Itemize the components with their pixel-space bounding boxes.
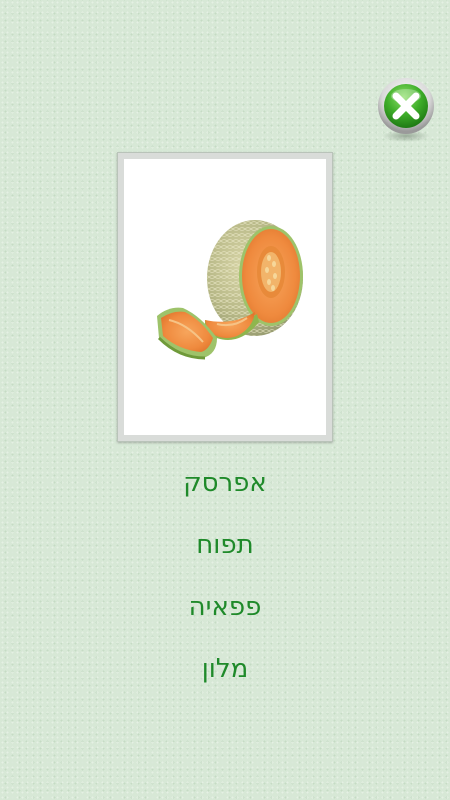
quiz-screen: אפרסק תפוח פפאיה מלון <box>0 0 450 800</box>
picture-frame <box>125 160 325 434</box>
close-button[interactable] <box>376 78 436 142</box>
option-melon[interactable]: מלון <box>135 638 315 700</box>
answer-options: אפרסק תפוח פפאיה מלון <box>0 452 450 700</box>
option-papaya[interactable]: פפאיה <box>135 576 315 638</box>
close-icon <box>378 78 434 134</box>
picture-card <box>117 152 333 442</box>
cantaloupe-melon-image <box>157 220 303 360</box>
option-apple[interactable]: תפוח <box>135 514 315 576</box>
option-peach[interactable]: אפרסק <box>135 452 315 514</box>
